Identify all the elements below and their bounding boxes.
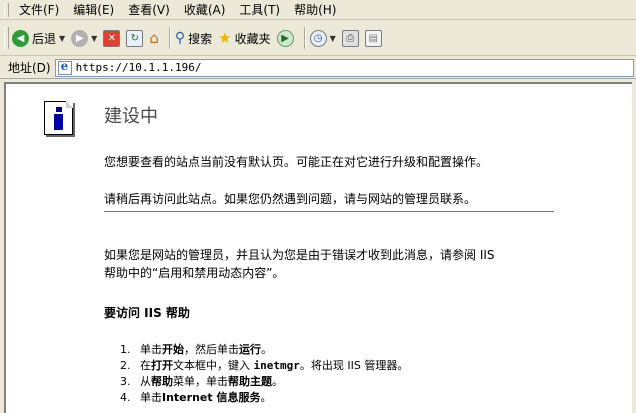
star-icon: ★ (218, 29, 232, 47)
refresh-icon: ↻ (126, 29, 144, 47)
address-label: 地址(D) (8, 61, 51, 75)
address-bar: 地址(D) https://10.1.1.196/ (0, 57, 636, 79)
media-icon: ▶ (276, 29, 294, 47)
back-button[interactable]: ◀ 后退 ▼ (12, 25, 65, 51)
chevron-down-icon[interactable]: ▼ (330, 34, 336, 43)
favorites-button[interactable]: ★ 收藏夹 (218, 25, 270, 51)
menu-view[interactable]: 查看(V) (121, 1, 177, 19)
home-icon: ⌂ (149, 29, 159, 47)
menu-file[interactable]: 文件(F) (12, 1, 66, 19)
edit-button[interactable]: ▤ (364, 25, 382, 51)
edit-icon: ▤ (364, 29, 382, 47)
address-url[interactable]: https://10.1.1.196/ (76, 61, 202, 74)
list-item: 2. 在打开文本框中，键入 inetmgr。将出现 IIS 管理器。 (120, 359, 409, 372)
toolbar-separator (168, 27, 171, 49)
divider (104, 211, 554, 212)
back-label: 后退 (32, 31, 57, 46)
list-item: 3. 从帮助菜单，单击帮助主题。 (120, 375, 283, 388)
paragraph-no-default-page: 您想要查看的站点当前没有默认页。可能正在对它进行升级和配置操作。 (104, 155, 489, 169)
favorites-label: 收藏夹 (234, 31, 271, 46)
list-item: 1. 单击开始，然后单击运行。 (120, 343, 272, 356)
forward-arrow-icon: ▶ (71, 29, 89, 47)
chevron-down-icon[interactable]: ▼ (59, 34, 65, 43)
menu-bar: 文件(F) 编辑(E) 查看(V) 收藏(A) 工具(T) 帮助(H) (0, 0, 636, 20)
toolbar-separator (303, 27, 306, 49)
help-steps-list: 1. 单击开始，然后单击运行。 2. 在打开文本框中，键入 inetmgr。将出现 … (120, 342, 408, 406)
menu-edit[interactable]: 编辑(E) (66, 1, 121, 19)
toolbar-grip (4, 2, 9, 17)
paragraph-admin-line2: 帮助中的“启用和禁用动态内容”。 (104, 266, 285, 280)
info-icon (44, 101, 73, 135)
back-arrow-icon: ◀ (12, 29, 29, 47)
menu-favorites[interactable]: 收藏(A) (177, 1, 233, 19)
search-icon: ⚲ (174, 30, 186, 46)
standard-toolbar: ◀ 后退 ▼ ▶ ▼ ✕ ↻ ⌂ ⚲ 搜索 ★ 收藏夹 ▶ ◷ ▼ ⎙ ▤ (0, 21, 636, 56)
history-icon: ◷ (309, 29, 327, 47)
history-button[interactable]: ◷ ▼ (309, 25, 336, 51)
search-label: 搜索 (188, 31, 213, 46)
page-content: 建设中 您想要查看的站点当前没有默认页。可能正在对它进行升级和配置操作。 请稍后… (4, 82, 632, 413)
page-title: 建设中 (104, 106, 158, 127)
search-button[interactable]: ⚲ 搜索 (175, 25, 212, 51)
paragraph-contact-admin: 请稍后再访问此站点。如果您仍然遇到问题，请与网站的管理员联系。 (104, 192, 477, 206)
menu-help[interactable]: 帮助(H) (287, 1, 343, 19)
page-icon (57, 59, 72, 75)
menu-tools[interactable]: 工具(T) (232, 1, 287, 19)
list-item: 4. 单击Internet 信息服务。 (120, 391, 272, 404)
home-button[interactable]: ⌂ (149, 25, 159, 51)
stop-button[interactable]: ✕ (103, 25, 121, 51)
refresh-button[interactable]: ↻ (126, 25, 144, 51)
paragraph-admin-line1: 如果您是网站的管理员，并且认为您是由于错误才收到此消息，请参阅 IIS (104, 248, 495, 262)
stop-icon: ✕ (103, 29, 121, 47)
help-heading: 要访问 IIS 帮助 (104, 306, 190, 320)
toolbar-grip (4, 27, 9, 49)
chevron-down-icon[interactable]: ▼ (91, 34, 97, 43)
forward-button[interactable]: ▶ ▼ (71, 25, 97, 51)
address-input[interactable]: https://10.1.1.196/ (54, 58, 634, 77)
print-button[interactable]: ⎙ (341, 25, 359, 51)
print-icon: ⎙ (341, 29, 359, 47)
media-button[interactable]: ▶ (276, 25, 294, 51)
